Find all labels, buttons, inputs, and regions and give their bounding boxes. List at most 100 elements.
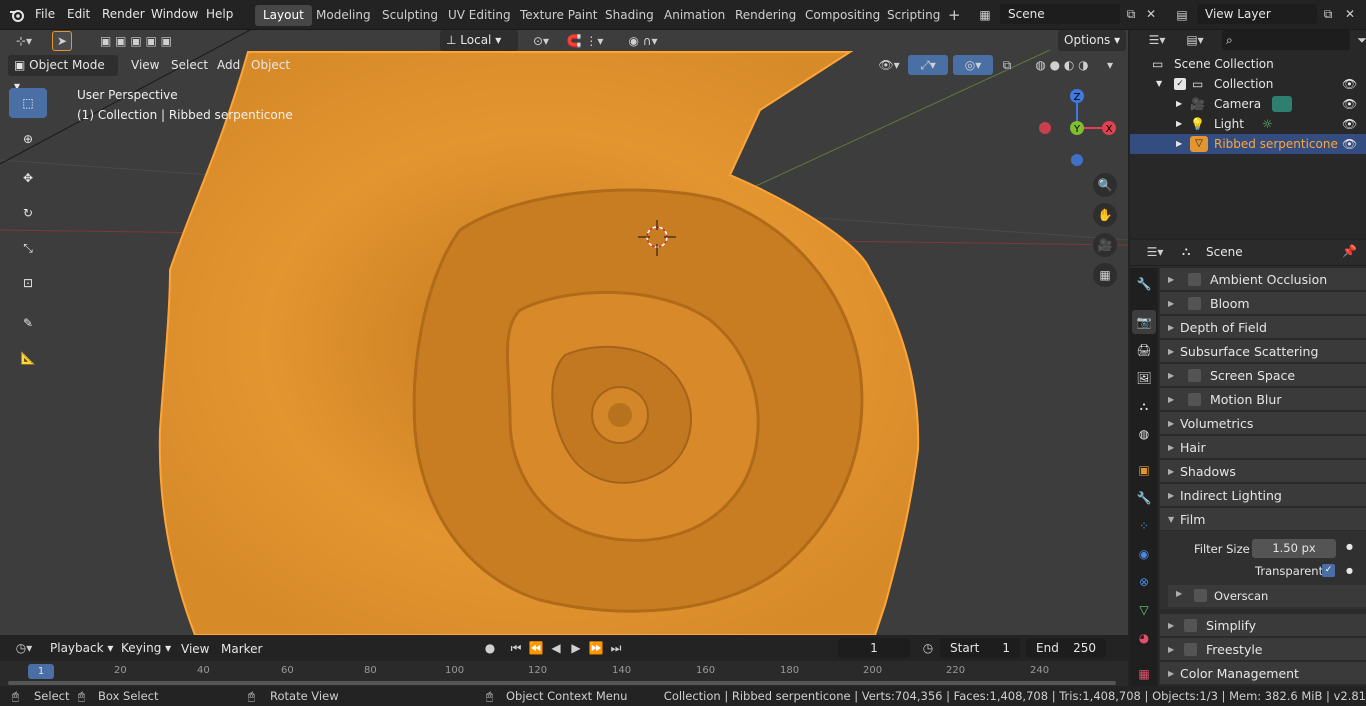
panel-depth-of-field[interactable]: ▶ Depth of Field [1160,315,1366,338]
xray-toggle-icon[interactable]: ⧉ [997,55,1017,75]
start-frame-field[interactable]: Start 1 [940,638,1020,658]
modifier-tab-icon[interactable]: 🔧 [1132,486,1156,510]
add-workspace-button[interactable]: + [940,5,969,26]
subpanel-overscan[interactable]: ▶ Overscan [1168,585,1366,607]
new-view-layer-icon[interactable]: ⧉ [1318,4,1338,24]
display-mode-icon[interactable]: ▤▾ [1180,30,1210,50]
options-dropdown[interactable]: Options ▾ [1058,30,1127,51]
panel-hair[interactable]: ▶ Hair [1160,435,1366,458]
jump-start-icon[interactable]: ⏮ [506,638,526,658]
navigation-gizmo[interactable]: Z X Y [1030,85,1120,175]
menu-window[interactable]: Window [151,7,198,21]
overscan-checkbox[interactable] [1194,589,1207,602]
eye-icon[interactable]: 👁 [1342,94,1357,114]
delete-view-layer-icon[interactable]: ✕ [1340,4,1360,24]
outliner-editor-type-icon[interactable]: ☰▾ [1142,30,1172,50]
tab-sculpting[interactable]: Sculpting [374,5,446,26]
tab-modeling[interactable]: Modeling [308,5,379,26]
panel-color-management[interactable]: ▶ Color Management [1160,661,1366,684]
panel-screen-space-reflections[interactable]: ▶ Screen Space Reflections [1160,363,1366,406]
keying-dropdown[interactable]: Keying ▾ [115,638,177,659]
scene-field[interactable]: Scene [1000,4,1120,24]
outliner-row-scene-collection[interactable]: ▭ Scene Collection [1130,54,1366,74]
eye-icon[interactable]: 👁 [1342,114,1357,134]
outliner-row-camera[interactable]: ▶ 🎥 Camera 👁 [1130,94,1366,114]
measure-tool-icon[interactable]: 📐 [9,343,47,373]
particles-tab-icon[interactable]: ⁘ [1132,514,1156,538]
tab-scripting[interactable]: Scripting [879,5,948,26]
panel-shadows[interactable]: ▶ Shadows [1160,459,1366,482]
new-scene-icon[interactable]: ⧉ [1121,4,1141,24]
animate-property-icon[interactable]: ● [1346,566,1353,575]
playhead-frame[interactable]: 1 [28,664,54,679]
panel-bloom[interactable]: ▶ Bloom [1160,291,1366,314]
proportional-edit-icon[interactable]: ◉ ∩▾ [618,31,668,51]
visibility-icon[interactable]: 👁▾ [874,55,904,75]
delete-scene-icon[interactable]: ✕ [1141,4,1161,24]
freestyle-checkbox[interactable] [1184,643,1197,656]
scene-tab-icon[interactable]: ⛬ [1132,394,1156,418]
playback-dropdown[interactable]: Playback ▾ [44,638,119,659]
mode-dropdown[interactable]: ▣ Object Mode ▾ [8,55,118,93]
render-tab-icon[interactable]: 📷 [1132,310,1156,334]
timeline-ruler[interactable]: 1 20 40 60 80 100 120 140 160 180 200 22… [0,661,1128,686]
panel-freestyle[interactable]: ▶ Freestyle [1160,637,1366,660]
prev-keyframe-icon[interactable]: ⏪ [526,638,546,658]
outliner-search-input[interactable]: ⌕ [1222,30,1350,50]
menu-render[interactable]: Render [102,7,145,21]
physics-tab-icon[interactable]: ◉ [1132,542,1156,566]
select-box-tool-icon[interactable]: ⬚ [9,88,47,118]
play-icon[interactable]: ▶ [566,638,586,658]
panel-simplify[interactable]: ▶ Simplify [1160,613,1366,636]
select-tool-icon[interactable]: ➤ [52,31,72,51]
panel-film[interactable]: ▼ Film [1160,507,1366,530]
move-tool-icon[interactable]: ✥ [9,163,47,193]
scale-tool-icon[interactable]: ⤡ [9,233,47,263]
ortho-grid-icon[interactable]: ▦ [1093,263,1117,287]
ssr-checkbox[interactable] [1188,369,1201,382]
tool-tab-icon[interactable]: 🔧 [1132,272,1156,296]
blender-logo-icon[interactable] [7,5,27,25]
transform-orientation-dropdown[interactable]: ⊥ Local ▾ [440,30,518,51]
current-frame-field[interactable]: 1 [838,638,910,658]
viewport-menu-view[interactable]: View [131,58,159,72]
gizmo-neg-x-axis[interactable] [1039,122,1051,134]
light-data-icon[interactable]: ☼ [1262,114,1273,134]
expand-arrow-icon[interactable]: ▶ [1176,114,1182,134]
checkbox-icon[interactable]: ✓ [1174,78,1186,90]
rotate-tool-icon[interactable]: ↻ [9,198,47,228]
camera-data-icon[interactable] [1272,96,1292,112]
shading-options-icon[interactable]: ▾ [1100,55,1120,75]
menu-edit[interactable]: Edit [67,7,90,21]
outliner-row-light[interactable]: ▶ 💡 Light ☼ 👁 [1130,114,1366,134]
panel-indirect-lighting[interactable]: ▶ Indirect Lighting [1160,483,1366,506]
expand-arrow-icon[interactable]: ▼ [1156,74,1162,94]
overlays-toggle-icon[interactable]: ◎▾ [953,55,993,75]
shading-mode-icons[interactable]: ◍ ● ◐ ◑ [1022,55,1102,75]
gizmo-neg-z-axis[interactable] [1071,154,1083,166]
world-tab-icon[interactable]: ◍ [1132,422,1156,446]
pan-hand-icon[interactable]: ✋ [1093,203,1117,227]
end-frame-field[interactable]: End 250 [1026,638,1106,658]
tab-uv-editing[interactable]: UV Editing [440,5,519,26]
menu-help[interactable]: Help [206,7,233,21]
menu-file[interactable]: File [35,7,55,21]
next-keyframe-icon[interactable]: ⏩ [586,638,606,658]
animate-property-icon[interactable]: ● [1346,542,1353,551]
editor-type-icon[interactable]: ⊹▾ [8,31,40,51]
selection-mode-icons[interactable]: ▣ ▣ ▣ ▣ ▣ [88,31,184,51]
eye-icon[interactable]: 👁 [1342,134,1357,154]
timeline-editor-type-icon[interactable]: ◷▾ [8,638,40,658]
outliner-row-ribbed-serpenticone[interactable]: ▶ ▽ Ribbed serpenticone 👁 [1130,134,1366,154]
scene-selector-icon[interactable]: ▦ [975,5,995,25]
timeline-menu-marker[interactable]: Marker [221,642,262,656]
viewport-menu-object[interactable]: Object [251,58,290,72]
panel-motion-blur[interactable]: ▶ Motion Blur [1160,387,1366,410]
filter-icon[interactable]: ⏷ [1352,30,1366,50]
texture-tab-icon[interactable]: ▦ [1132,662,1156,686]
record-icon[interactable]: ● [480,638,500,658]
filter-size-field[interactable]: 1.50 px [1252,539,1336,558]
gizmo-toggle-icon[interactable]: ⤢▾ [908,55,948,75]
bloom-checkbox[interactable] [1188,297,1201,310]
tab-compositing[interactable]: Compositing [797,5,888,26]
